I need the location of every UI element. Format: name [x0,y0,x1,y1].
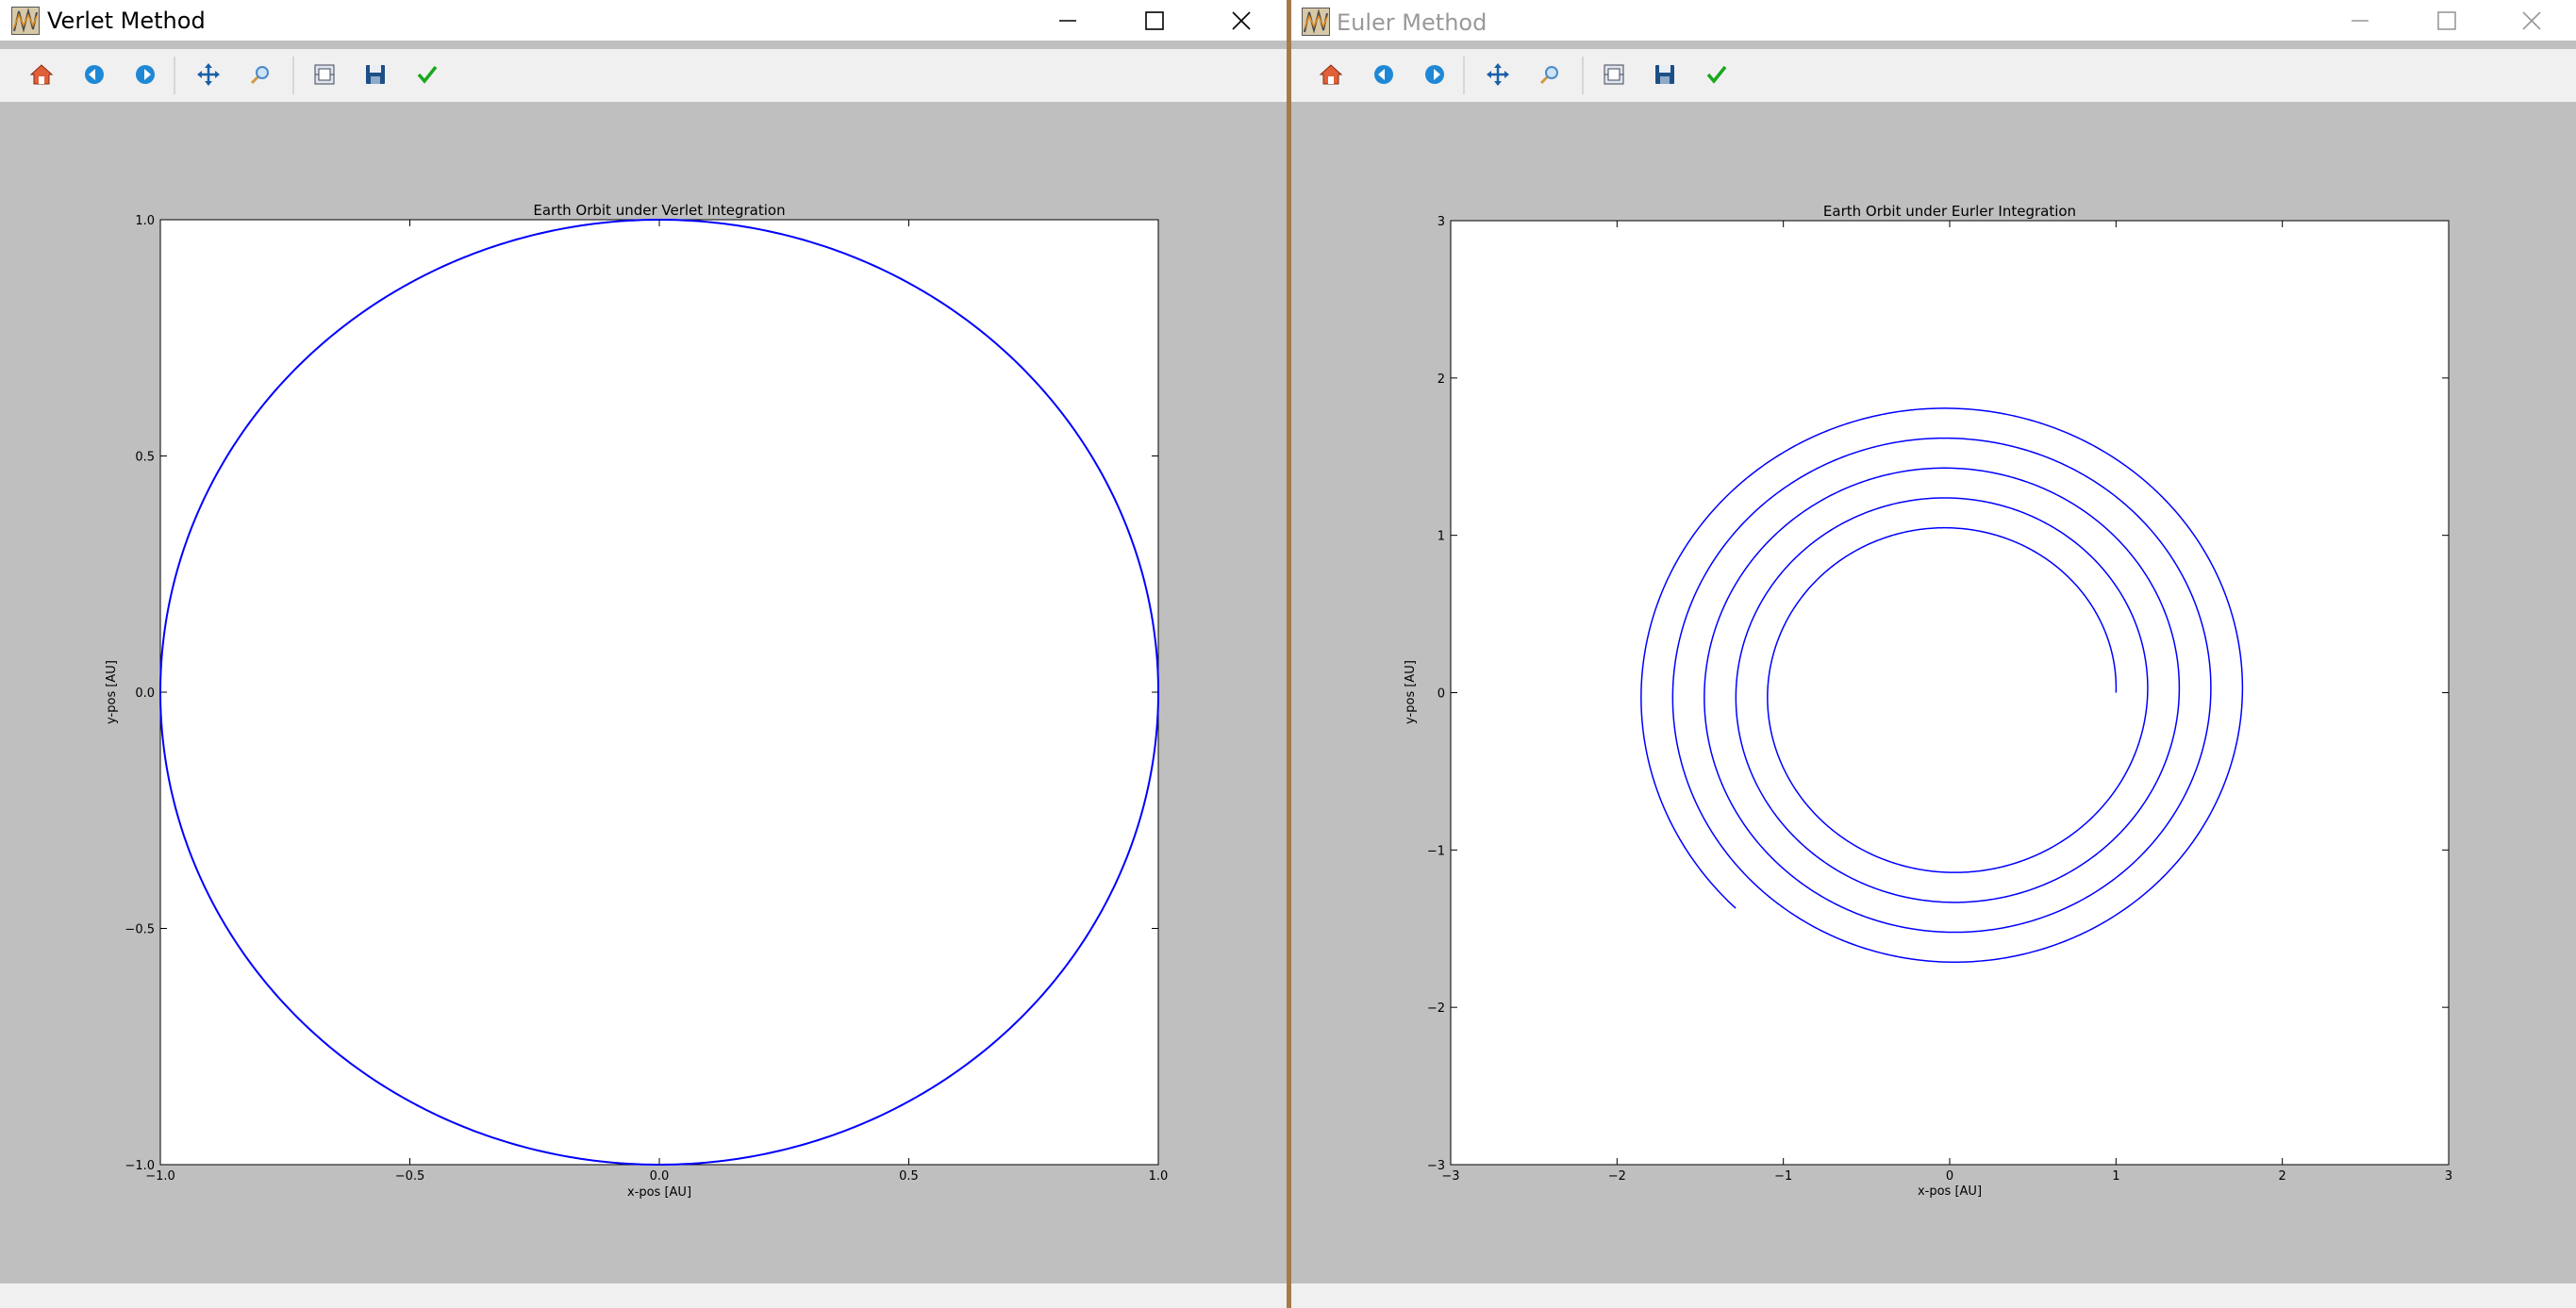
zoom-button[interactable] [245,59,275,90]
title-bar[interactable]: Verlet Method [0,0,1287,41]
status-bar [1291,1283,2576,1308]
x-tick-label: 0 [1946,1169,1953,1184]
zoom-icon [250,66,269,85]
pan-icon [197,63,220,86]
x-tick-label: −0.5 [395,1169,425,1184]
minimize-icon [2352,19,2368,22]
home-button[interactable] [26,59,57,90]
y-tick-label: −0.5 [125,923,155,937]
y-tick-label: −1.0 [125,1159,155,1173]
toolbar-separator [174,57,175,94]
zoom-button[interactable] [1535,59,1565,90]
back-button[interactable] [79,59,109,90]
navigation-toolbar [1291,49,2576,102]
maximize-icon [1145,10,1164,30]
checkmark-icon [1706,65,1727,84]
y-axis-label: y-pos [AU] [1404,660,1418,724]
save-icon [1655,65,1674,84]
maximize-button[interactable] [1110,0,1199,41]
save-button[interactable] [360,59,391,90]
home-icon [29,64,54,85]
zoom-icon [1539,66,1558,85]
y-tick-label: 0.0 [135,687,155,701]
verlet-window: Verlet Method Earth Orbit under Verlet I… [0,0,1287,1308]
forward-button[interactable] [130,59,160,90]
y-tick-label: 2 [1438,373,1445,387]
plot-area [1450,220,2450,1166]
x-tick-label: 2 [2279,1169,2286,1184]
y-tick-label: 1 [1438,530,1445,544]
forward-icon [136,65,155,84]
navigation-toolbar [0,49,1287,102]
x-axis-label: x-pos [AU] [627,1185,691,1200]
forward-button[interactable] [1420,59,1450,90]
plot-area [159,219,1159,1166]
y-tick-label: 1.0 [135,214,155,228]
window-title: Verlet Method [47,8,206,34]
edit-parameters-button[interactable] [412,59,442,90]
save-icon [366,65,385,84]
x-tick-label: −2 [1608,1169,1626,1184]
subplots-button[interactable] [309,59,340,90]
y-tick-label: 0 [1438,687,1445,702]
toolbar-separator [292,57,294,94]
edit-parameters-button[interactable] [1702,59,1732,90]
close-icon [1232,10,1251,30]
y-tick-label: −3 [1427,1159,1445,1173]
status-bar [0,1283,1287,1308]
toolbar-separator [1463,57,1465,94]
forward-icon [1425,65,1444,84]
y-tick-label: 0.5 [135,451,155,465]
back-icon [85,65,104,84]
close-button[interactable] [2487,0,2576,41]
maximize-button[interactable] [2402,0,2491,41]
x-tick-label: 1.0 [1149,1169,1169,1184]
x-tick-label: 0.0 [650,1169,670,1184]
pan-button[interactable] [1483,59,1513,90]
title-bar[interactable]: Euler Method [1291,0,2576,41]
maximize-icon [2437,10,2456,30]
euler-window: Euler Method Earth Orbit under Eurler In… [1291,0,2576,1308]
y-axis-label: y-pos [AU] [105,660,119,724]
close-button[interactable] [1197,0,1286,41]
chart-title: Earth Orbit under Eurler Integration [1823,203,2076,220]
x-axis-label: x-pos [AU] [1918,1184,1982,1199]
y-tick-label: 3 [1438,215,1445,229]
close-icon [2522,10,2541,30]
home-button[interactable] [1316,59,1346,90]
x-tick-label: 0.5 [899,1169,919,1184]
x-tick-label: −1 [1774,1169,1792,1184]
euler-orbit-chart: Earth Orbit under Eurler Integration x-p… [1404,203,2452,1199]
y-tick-label: −2 [1427,1002,1445,1016]
subplots-icon [314,64,335,85]
back-button[interactable] [1369,59,1399,90]
subplots-icon [1604,64,1624,85]
app-icon [1302,8,1330,36]
chart-title: Earth Orbit under Verlet Integration [533,202,785,219]
window-title: Euler Method [1337,9,1487,36]
checkmark-icon [417,65,438,84]
save-button[interactable] [1650,59,1680,90]
back-icon [1374,65,1393,84]
subplots-button[interactable] [1599,59,1629,90]
minimize-icon [1059,19,1076,22]
x-tick-label: 1 [2112,1169,2119,1184]
toolbar-separator [1582,57,1584,94]
x-tick-label: 3 [2445,1169,2452,1184]
pan-button[interactable] [193,59,224,90]
y-tick-label: −1 [1427,844,1445,858]
minimize-button[interactable] [2316,0,2404,41]
home-icon [1319,64,1343,85]
verlet-orbit-chart: Earth Orbit under Verlet Integration x-p… [105,202,1169,1200]
app-icon [11,7,40,35]
pan-icon [1487,63,1509,86]
minimize-button[interactable] [1023,0,1112,41]
